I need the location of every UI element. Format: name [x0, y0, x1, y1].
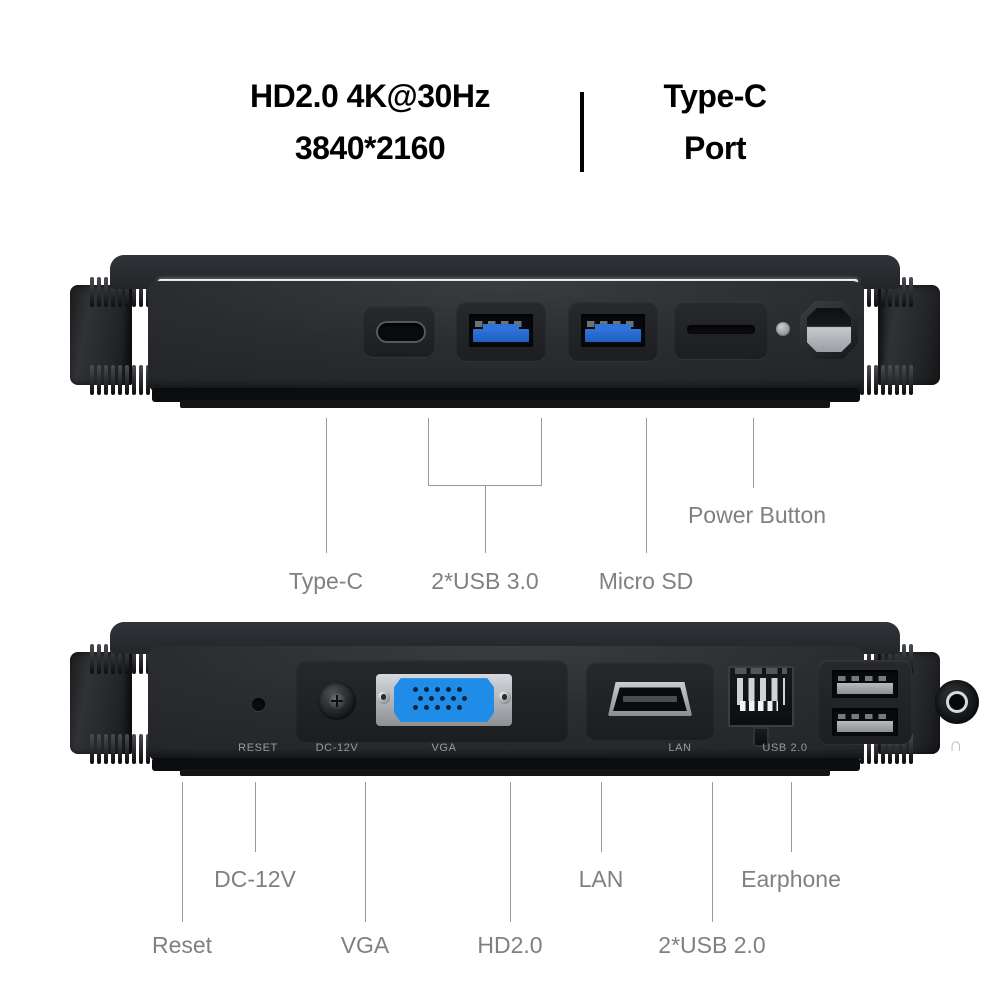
header-hdmi-spec-line1: HD2.0 4K@30Hz	[250, 78, 490, 114]
usb-type-c-icon	[376, 321, 426, 343]
usb-a-blue-icon	[581, 314, 645, 347]
power-button-icon	[806, 307, 852, 353]
hdmi-port-icon[interactable]	[608, 682, 692, 716]
micro-sd-slot-icon	[687, 325, 755, 334]
rear-chassis-feet	[180, 769, 830, 776]
type-c-port[interactable]	[363, 305, 435, 357]
silk-vga: VGA	[431, 742, 457, 754]
leader-usb20	[712, 782, 713, 922]
header: HD2.0 4K@30Hz 3840*2160 Type-C Port	[0, 70, 1000, 190]
silk-lan: LAN	[668, 742, 692, 754]
header-divider	[580, 92, 584, 172]
silk-usb20: USB 2.0	[762, 742, 808, 754]
usb-a-blue-icon	[469, 314, 533, 347]
callout-micro-sd: Micro SD	[598, 568, 694, 594]
callout-usb20: 2*USB 2.0	[658, 932, 766, 958]
leader-type-c	[326, 418, 327, 553]
mini-pc-rear-view: RESET DC-12V VGA LAN USB 2.0 ∩	[70, 622, 979, 782]
vga-db15-icon[interactable]	[376, 674, 512, 726]
silk-earphone-icon: ∩	[949, 735, 963, 756]
leader-power-button	[753, 418, 754, 488]
callout-earphone: Earphone	[741, 866, 841, 892]
leader-usb30-stem	[485, 485, 486, 553]
header-left-group: HD2.0 4K@30Hz 3840*2160	[180, 70, 560, 174]
silk-dc12v: DC-12V	[315, 742, 359, 754]
leader-vga	[365, 782, 366, 922]
dc-power-jack-icon[interactable]	[318, 682, 356, 720]
header-typec-line1: Type-C	[663, 78, 767, 114]
usb30-port-1[interactable]	[456, 301, 546, 361]
usb-a-icon	[832, 670, 898, 698]
leader-hd20	[510, 782, 511, 922]
header-hdmi-spec-line2: 3840*2160	[294, 130, 446, 166]
leader-usb30-right	[541, 418, 542, 485]
rear-face-plate: RESET DC-12V VGA LAN USB 2.0 ∩	[148, 646, 979, 762]
leader-usb30-left	[428, 418, 429, 485]
leader-lan	[601, 782, 602, 852]
micro-sd-slot[interactable]	[674, 301, 768, 359]
usb30-port-2[interactable]	[568, 301, 658, 361]
callout-reset: Reset	[151, 932, 213, 958]
callout-power-button: Power Button	[687, 502, 827, 528]
audio-jack-icon[interactable]	[935, 680, 979, 724]
rj45-lan-icon[interactable]	[728, 666, 794, 748]
leader-earphone	[791, 782, 792, 852]
header-right-group: Type-C Port	[610, 70, 820, 174]
leader-reset	[182, 782, 183, 922]
leader-dc12v	[255, 782, 256, 852]
usb-a-icon	[832, 708, 898, 736]
callout-hd20: HD2.0	[477, 932, 543, 958]
leader-micro-sd	[646, 418, 647, 553]
front-face-plate	[148, 281, 864, 393]
reset-pinhole-icon[interactable]	[252, 698, 265, 711]
usb20-port-group[interactable]	[818, 660, 912, 744]
header-typec-line2: Port	[684, 130, 747, 166]
callout-lan: LAN	[578, 866, 624, 892]
mini-pc-front-view	[70, 255, 940, 415]
power-button[interactable]	[800, 301, 858, 359]
product-diagram: HD2.0 4K@30Hz 3840*2160 Type-C Port Type…	[0, 0, 1000, 1000]
chassis-feet	[180, 400, 830, 408]
callout-dc12v: DC-12V	[214, 866, 296, 892]
led-indicator-icon	[776, 322, 790, 336]
